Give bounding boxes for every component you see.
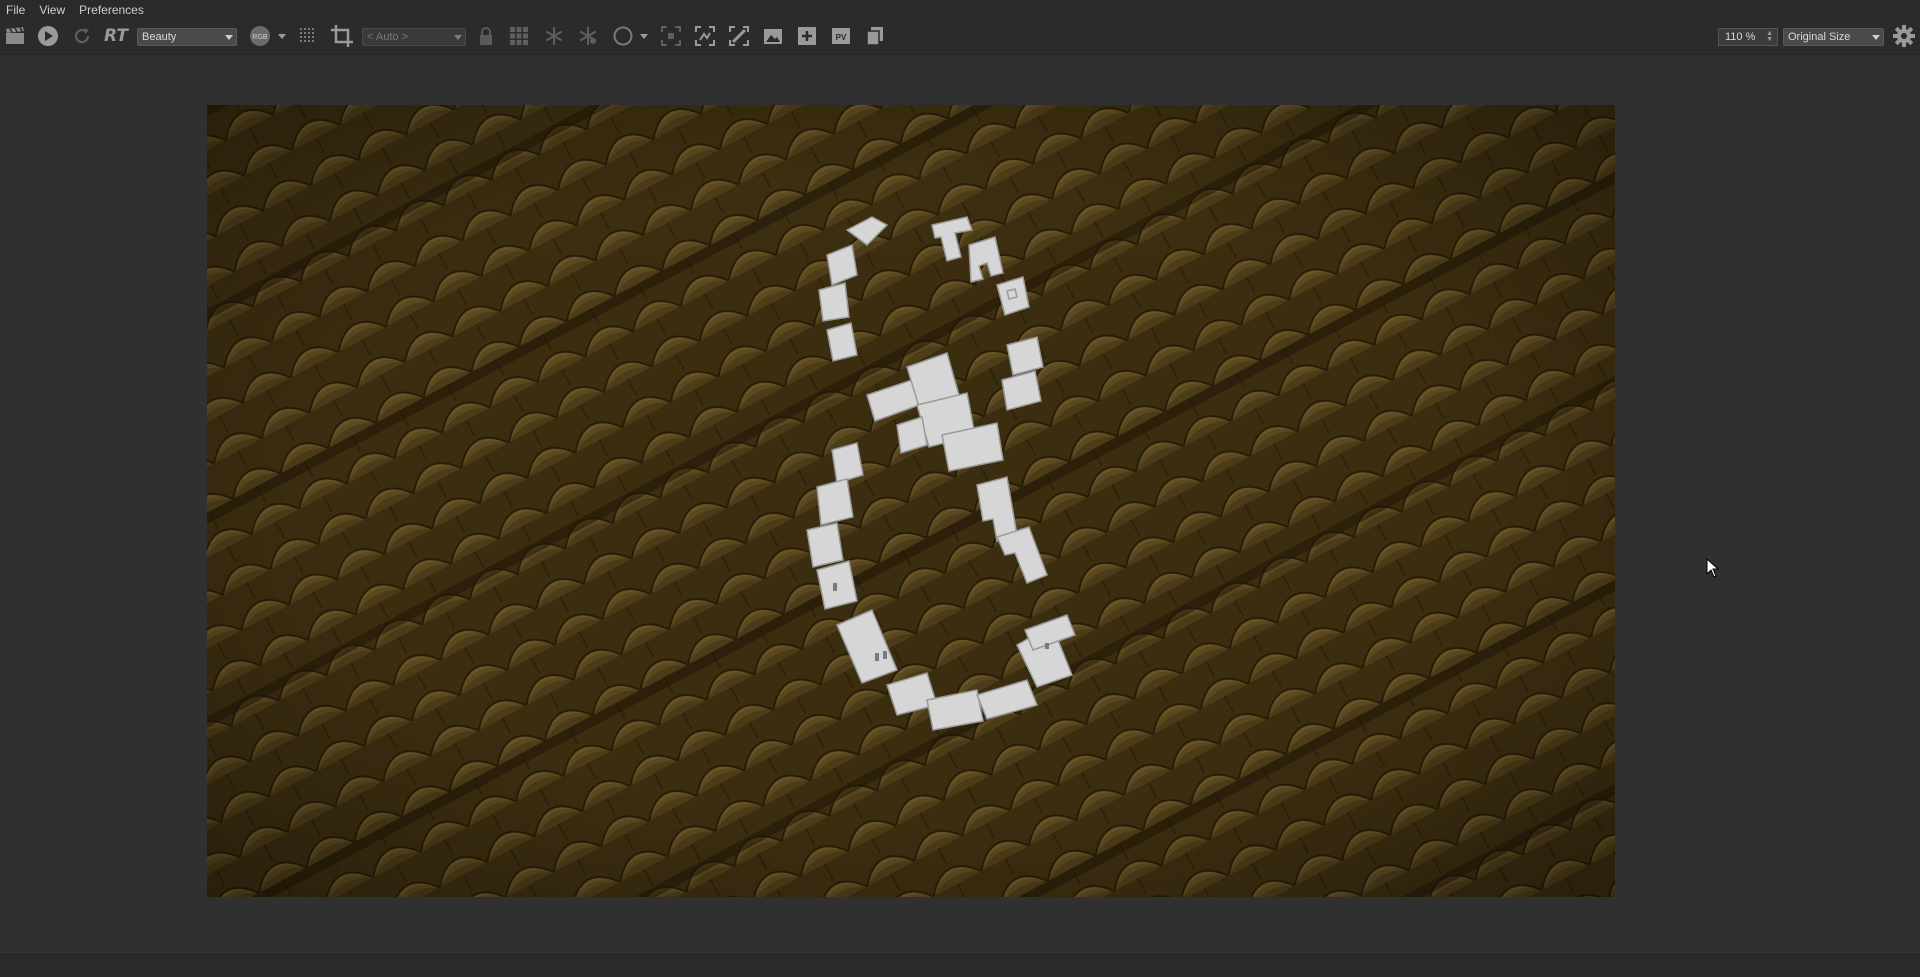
menu-file[interactable]: File <box>6 3 25 17</box>
zoom-input[interactable]: 110 % ▲ ▼ <box>1718 28 1778 46</box>
mouse-cursor-icon <box>1706 557 1720 583</box>
picture-viewer-icon[interactable]: PV <box>830 24 852 48</box>
rgb-channel-button[interactable]: RGB <box>248 24 272 48</box>
svg-text:PV: PV <box>836 33 847 42</box>
render-pass-select[interactable]: Beauty <box>137 28 237 46</box>
channel-dropdown-arrow[interactable] <box>276 24 288 48</box>
add-snapshot-icon[interactable] <box>796 24 818 48</box>
circle-dropdown-arrow[interactable] <box>638 24 650 48</box>
picture-icon[interactable] <box>762 24 784 48</box>
crop-icon[interactable] <box>329 24 355 48</box>
clapper-icon[interactable] <box>4 24 26 48</box>
menu-view[interactable]: View <box>39 3 65 17</box>
snowflake-icon[interactable] <box>543 24 565 48</box>
menu-preferences[interactable]: Preferences <box>79 3 144 17</box>
rendered-image <box>207 105 1615 897</box>
render-pass-value: Beauty <box>142 31 177 43</box>
gear-icon[interactable] <box>1892 24 1916 48</box>
display-size-value: Original Size <box>1788 31 1851 43</box>
focus-frame-icon[interactable] <box>660 24 682 48</box>
rt-label[interactable]: RT <box>104 26 128 46</box>
grid-dots-icon[interactable] <box>297 24 319 48</box>
status-bar <box>0 952 1920 977</box>
play-render-icon[interactable] <box>37 24 59 48</box>
region-value: < Auto > <box>367 31 408 43</box>
copy-icon[interactable] <box>864 24 886 48</box>
circle-icon[interactable] <box>612 24 634 48</box>
edit-region-icon[interactable] <box>728 24 750 48</box>
zoom-value: 110 % <box>1725 31 1756 43</box>
region-render-icon[interactable] <box>694 24 716 48</box>
region-select[interactable]: < Auto > <box>362 28 466 46</box>
chevron-down-icon <box>225 35 233 40</box>
chevron-down-icon <box>1872 35 1880 40</box>
lock-icon[interactable] <box>475 24 497 48</box>
menu-bar: File View Preferences <box>0 0 1920 19</box>
picture-viewport[interactable] <box>0 55 1920 952</box>
toolbar <box>0 19 1920 55</box>
tiles-icon[interactable] <box>508 24 530 48</box>
app-window: File View Preferences RT Beauty RGB < Au… <box>0 0 1920 977</box>
chevron-down-icon <box>454 35 462 40</box>
rgb-channel-label: RGB <box>252 34 268 41</box>
display-size-select[interactable]: Original Size <box>1783 28 1884 46</box>
spin-arrows-icon[interactable]: ▲ ▼ <box>1766 30 1773 43</box>
refresh-icon[interactable] <box>71 24 93 48</box>
snowflake-settings-icon[interactable] <box>577 24 599 48</box>
